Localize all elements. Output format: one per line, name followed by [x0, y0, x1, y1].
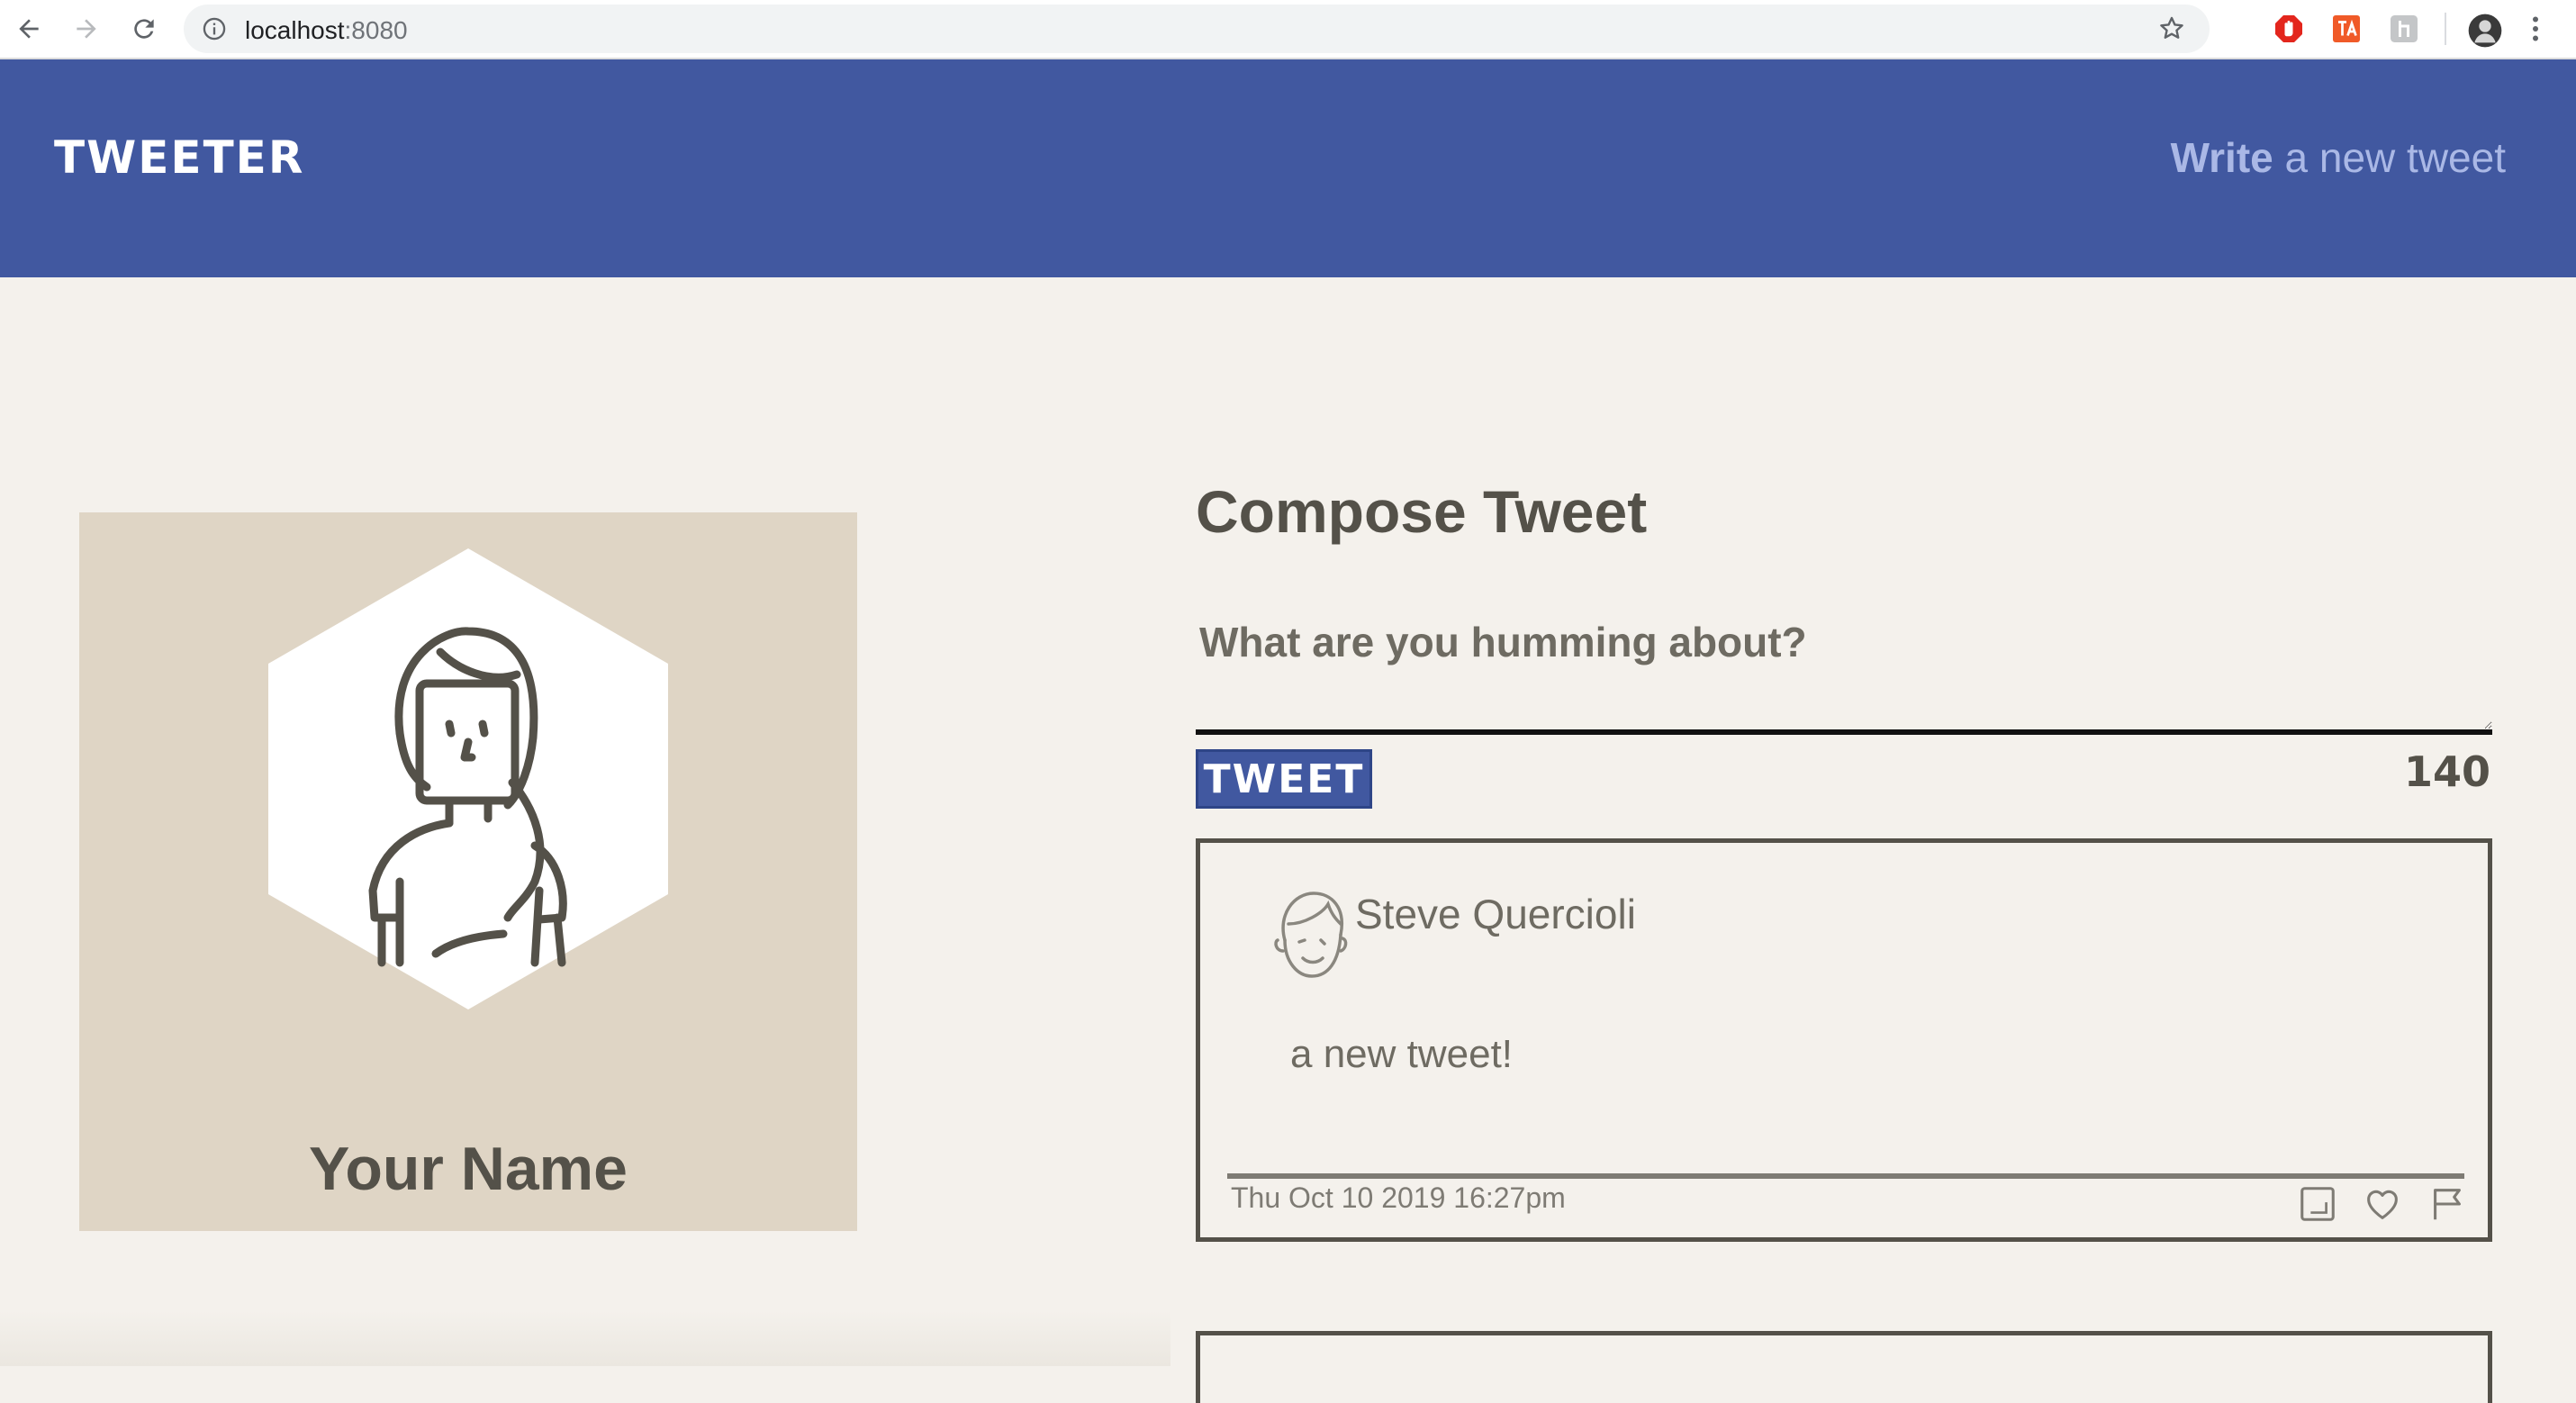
avatar — [265, 548, 672, 1014]
reload-icon[interactable] — [124, 9, 164, 49]
retweet-icon[interactable] — [2297, 1183, 2338, 1229]
tweet-author: Steve Quercioli — [1355, 891, 1636, 937]
tweet-card: Steve Quercioli a new tweet! Thu Oct 10 … — [1196, 838, 2492, 1242]
address-bar[interactable]: localhost:8080 — [184, 5, 2210, 53]
url-host: localhost — [245, 16, 345, 44]
tweet-textarea[interactable] — [1196, 609, 2492, 735]
menu-icon[interactable] — [2526, 13, 2544, 45]
browser-toolbar: localhost:8080 — [0, 0, 2576, 59]
tweet-timestamp: Thu Oct 10 2019 16:27pm — [1231, 1181, 1566, 1214]
tweet-submit-button[interactable]: TWEET — [1196, 749, 1372, 809]
forward-icon[interactable] — [67, 9, 106, 49]
app-logo[interactable]: TWEETER — [54, 131, 304, 184]
write-link-rest: a new tweet — [2273, 134, 2507, 181]
app-header: TWEETER Write a new tweet — [0, 59, 2576, 277]
tweet-divider — [1227, 1173, 2464, 1179]
flag-icon[interactable] — [2427, 1183, 2468, 1229]
info-icon[interactable] — [202, 16, 227, 46]
page-footer-shade — [0, 1310, 1170, 1366]
tweet-card-partial — [1196, 1331, 2492, 1403]
heart-icon[interactable] — [2362, 1183, 2403, 1229]
adblock-extension-icon[interactable] — [2273, 13, 2305, 45]
extension-icon[interactable] — [2388, 13, 2420, 45]
girl-avatar-icon — [268, 548, 668, 1009]
back-icon[interactable] — [9, 9, 49, 49]
tweet-text: a new tweet! — [1290, 1032, 1514, 1076]
write-new-tweet-link[interactable]: Write a new tweet — [2171, 133, 2506, 182]
profile-avatar-icon[interactable] — [2467, 13, 2502, 48]
user-avatar-icon — [1269, 888, 1351, 984]
profile-name: Your Name — [309, 1135, 628, 1203]
toolbar-divider — [2445, 13, 2446, 45]
character-counter: 140 — [2403, 747, 2490, 796]
compose-title: Compose Tweet — [1196, 478, 1648, 545]
profile-card: Your Name — [79, 512, 857, 1231]
url-port: :8080 — [344, 16, 408, 44]
address-text: localhost:8080 — [245, 16, 408, 45]
star-icon[interactable] — [2157, 14, 2186, 48]
write-link-strong: Write — [2170, 134, 2273, 181]
translate-extension-icon[interactable] — [2330, 13, 2363, 45]
